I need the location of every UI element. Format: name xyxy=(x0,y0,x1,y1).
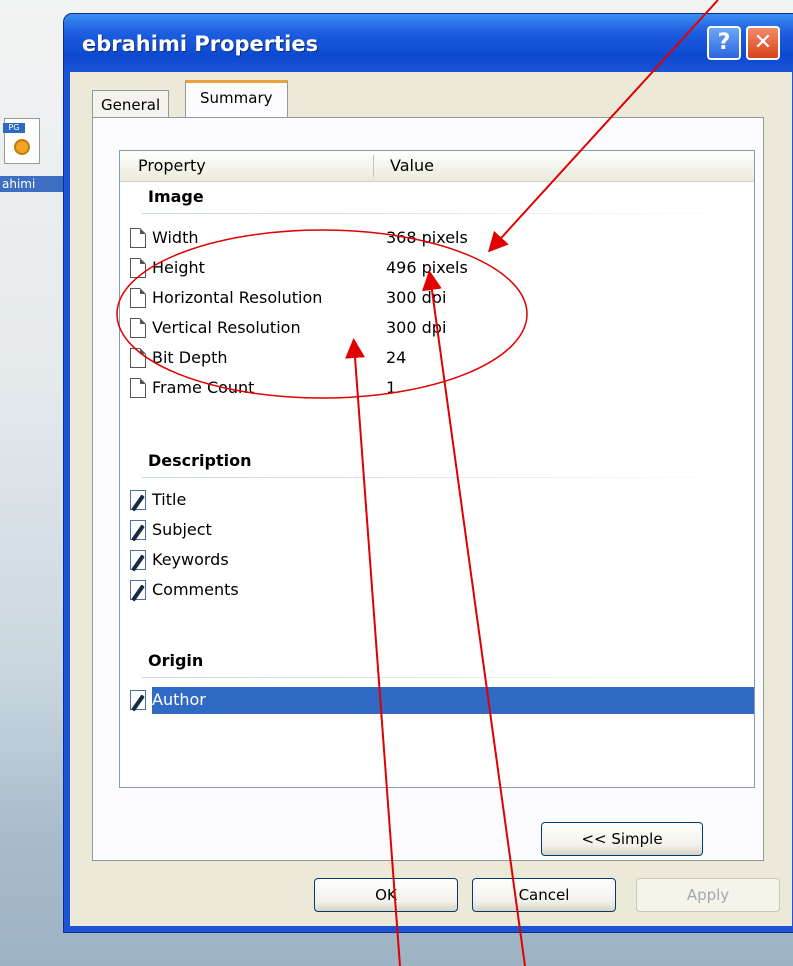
group-title: Image xyxy=(148,187,204,206)
close-button[interactable]: ✕ xyxy=(746,26,780,60)
property-value: 300 dpi xyxy=(386,288,447,307)
simple-button[interactable]: << Simple xyxy=(541,822,703,856)
window-title: ebrahimi Properties xyxy=(82,32,319,56)
ok-button[interactable]: OK xyxy=(314,878,458,912)
property-name: Title xyxy=(152,490,187,509)
document-icon xyxy=(130,258,146,278)
list-item[interactable]: Frame Count 1 xyxy=(120,373,754,403)
edit-icon xyxy=(130,520,146,540)
tab-general[interactable]: General xyxy=(92,90,170,118)
selection-highlight xyxy=(152,687,754,714)
dialog-client-area: General Summary Property Value Image Wid… xyxy=(70,72,792,926)
property-name: Subject xyxy=(152,520,212,539)
list-item[interactable]: Keywords xyxy=(120,545,754,575)
property-name: Vertical Resolution xyxy=(152,318,301,337)
desktop-icon-label: ahimi xyxy=(0,176,64,192)
group-divider xyxy=(142,213,754,214)
property-value: 368 pixels xyxy=(386,228,468,247)
document-icon xyxy=(130,348,146,368)
group-divider xyxy=(142,477,754,478)
desktop-file-icon[interactable]: PG ahimi xyxy=(0,118,64,198)
edit-icon xyxy=(130,690,146,710)
list-item[interactable]: Comments xyxy=(120,575,754,605)
title-bar[interactable]: ebrahimi Properties ? ✕ xyxy=(64,14,793,74)
group-origin: Origin xyxy=(120,647,754,678)
properties-dialog: ebrahimi Properties ? ✕ General Summary … xyxy=(64,14,793,932)
list-item-selected[interactable]: Author xyxy=(120,685,754,715)
document-icon xyxy=(130,228,146,248)
group-title: Origin xyxy=(148,651,204,670)
list-item[interactable]: Title xyxy=(120,485,754,515)
property-name: Horizontal Resolution xyxy=(152,288,323,307)
list-header: Property Value xyxy=(120,151,754,182)
property-name: Width xyxy=(152,228,199,247)
property-value: 300 dpi xyxy=(386,318,447,337)
property-name: Height xyxy=(152,258,205,277)
list-item[interactable]: Vertical Resolution 300 dpi xyxy=(120,313,754,343)
image-file-icon: PG xyxy=(3,118,40,164)
list-item[interactable]: Horizontal Resolution 300 dpi xyxy=(120,283,754,313)
list-item[interactable]: Height 496 pixels xyxy=(120,253,754,283)
group-image: Image xyxy=(120,183,754,214)
list-item[interactable]: Width 368 pixels xyxy=(120,223,754,253)
image-disc-icon xyxy=(14,139,30,155)
column-divider[interactable] xyxy=(373,155,374,177)
property-list[interactable]: Property Value Image Width 368 pixels He… xyxy=(119,150,755,788)
property-value: 496 pixels xyxy=(386,258,468,277)
group-title: Description xyxy=(148,451,252,470)
property-value: 1 xyxy=(386,378,397,397)
property-name: Keywords xyxy=(152,550,229,569)
cancel-button[interactable]: Cancel xyxy=(472,878,616,912)
help-button[interactable]: ? xyxy=(707,26,741,60)
group-divider xyxy=(142,677,754,678)
document-icon xyxy=(130,318,146,338)
edit-icon xyxy=(130,580,146,600)
list-item[interactable]: Bit Depth 24 xyxy=(120,343,754,373)
tab-summary[interactable]: Summary xyxy=(185,80,288,118)
edit-icon xyxy=(130,490,146,510)
property-value: 24 xyxy=(386,348,407,367)
column-header-value[interactable]: Value xyxy=(390,151,434,181)
document-icon xyxy=(130,288,146,308)
file-type-tag: PG xyxy=(3,123,25,133)
group-description: Description xyxy=(120,447,754,478)
property-name: Frame Count xyxy=(152,378,255,397)
list-item[interactable]: Subject xyxy=(120,515,754,545)
summary-panel: Property Value Image Width 368 pixels He… xyxy=(92,117,764,861)
document-icon xyxy=(130,378,146,398)
property-name: Author xyxy=(152,690,206,709)
edit-icon xyxy=(130,550,146,570)
property-name: Comments xyxy=(152,580,239,599)
property-name: Bit Depth xyxy=(152,348,228,367)
apply-button[interactable]: Apply xyxy=(636,878,780,912)
column-header-property[interactable]: Property xyxy=(138,151,206,181)
